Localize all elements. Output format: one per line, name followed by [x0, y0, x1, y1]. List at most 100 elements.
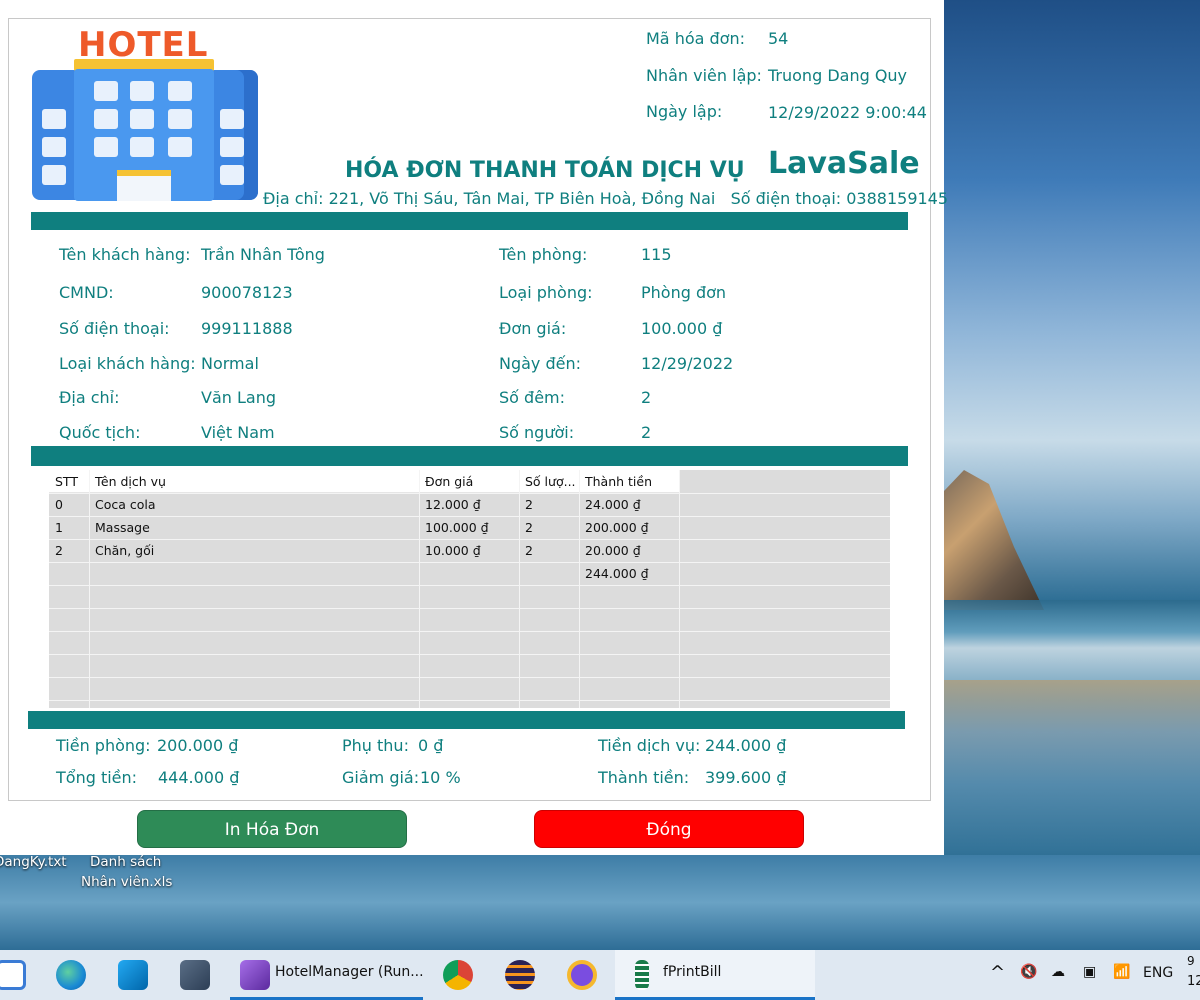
customer-address: Văn Lang	[201, 388, 276, 407]
service-total: 244.000 ₫	[705, 736, 787, 755]
edge-browser-icon[interactable]	[56, 960, 86, 990]
taskbar-app-hotelmanager-label: HotelManager (Run...	[275, 964, 424, 980]
customer-nationality: Việt Nam	[201, 423, 275, 442]
service-total-label: Tiền dịch vụ:	[598, 736, 701, 755]
taskbar-app-fprintbill[interactable]: fPrintBill	[615, 950, 815, 1000]
vpn-app-icon[interactable]	[567, 960, 597, 990]
onedrive-error-icon[interactable]: ☁	[1051, 964, 1065, 980]
customer-type-label: Loại khách hàng:	[59, 354, 196, 373]
header-divider	[31, 212, 908, 230]
grid-divider	[28, 711, 905, 729]
services-grid[interactable]: STT Tên dịch vụ Đơn giá Số lượ... Thành tiền…	[49, 470, 890, 708]
grid-column-divider	[679, 470, 680, 708]
surcharge: 0 ₫	[418, 736, 444, 755]
taskbar-app-fprintbill-label: fPrintBill	[663, 964, 722, 980]
desktop-wallpaper-cliff	[944, 470, 1044, 610]
desktop-file-dangky[interactable]: DangKy.txt	[0, 852, 67, 872]
grid-cell[interactable]: 2	[519, 493, 579, 516]
grid-cell[interactable]: 24.000 ₫	[579, 493, 679, 516]
customer-phone: 999111888	[201, 319, 293, 338]
visual-studio-icon	[240, 960, 270, 990]
hotel-address: Địa chỉ: 221, Võ Thị Sáu, Tân Mai, TP Bi…	[263, 189, 949, 208]
print-bill-window: HOTEL Mã hóa đơn: 54 Nhân viên lập: Truo…	[0, 0, 948, 855]
print-bill-button[interactable]: In Hóa Đơn	[137, 810, 407, 848]
grid-cell[interactable]: Coca cola	[89, 493, 419, 516]
room-total-label: Tiền phòng:	[56, 736, 151, 755]
grid-cell[interactable]: 20.000 ₫	[579, 539, 679, 562]
grid-cell[interactable]: 12.000 ₫	[419, 493, 519, 516]
taskbar: HotelManager (Run... fPrintBill ^ 🔇 ☁ ▣ …	[0, 950, 1200, 1000]
grid-cell[interactable]: 244.000 ₫	[579, 562, 679, 585]
bill-title: HÓA ĐƠN THANH TOÁN DỊCH VỤ	[345, 158, 745, 183]
info-divider	[31, 446, 908, 466]
grid-cell[interactable]: 2	[49, 539, 89, 562]
grid-row-divider	[49, 677, 890, 678]
customer-name: Trần Nhân Tông	[201, 245, 325, 264]
customer-id: 900078123	[201, 283, 293, 302]
customer-nationality-label: Quốc tịch:	[59, 423, 141, 442]
desktop-wallpaper-shore	[944, 680, 1200, 855]
desktop-file-danhsach-line1[interactable]: Danh sách	[90, 852, 161, 872]
grid-row-divider	[49, 585, 890, 586]
room-price: 100.000 ₫	[641, 319, 723, 338]
room-name: 115	[641, 245, 672, 264]
grid-column-header[interactable]: Tên dịch vụ	[89, 470, 419, 493]
room-nights: 2	[641, 388, 652, 407]
grid-cell[interactable]: Massage	[89, 516, 419, 539]
invoice-date: 12/29/2022 9:00:44	[768, 103, 927, 122]
desktop-wallpaper-reflection	[0, 855, 1200, 950]
grid-column-header[interactable]: Đơn giá	[419, 470, 519, 493]
grid-cell[interactable]: 1	[49, 516, 89, 539]
chrome-icon[interactable]	[443, 960, 473, 990]
customer-type: Normal	[201, 354, 259, 373]
building-app-icon	[635, 960, 649, 990]
invoice-date-label: Ngày lập:	[646, 102, 723, 121]
clock-time[interactable]: 9	[1187, 954, 1195, 968]
room-guests: 2	[641, 423, 652, 442]
start-app-icon[interactable]	[0, 960, 26, 990]
grid-cell[interactable]: 200.000 ₫	[579, 516, 679, 539]
invoice-id: 54	[768, 29, 789, 48]
vscode-icon[interactable]	[118, 960, 148, 990]
room-arrival-label: Ngày đến:	[499, 354, 582, 373]
grid-row-divider	[49, 631, 890, 632]
grid-row-divider	[49, 654, 890, 655]
hotel-logo: HOTEL	[30, 25, 260, 205]
grid-column-header[interactable]: STT	[49, 470, 89, 493]
customer-phone-label: Số điện thoại:	[59, 319, 170, 338]
sql-server-icon[interactable]	[180, 960, 210, 990]
show-hidden-icons-chevron-icon[interactable]: ^	[990, 962, 1005, 983]
grid-cell[interactable]: 2	[519, 539, 579, 562]
discount-label: Giảm giá:	[342, 768, 420, 787]
grid-cell[interactable]: 0	[49, 493, 89, 516]
speaker-muted-icon[interactable]: 🔇	[1020, 964, 1037, 980]
eclipse-icon[interactable]	[505, 960, 535, 990]
grid-cell[interactable]: 2	[519, 516, 579, 539]
grid-column-header[interactable]: Thành tiền	[579, 470, 679, 493]
grid-cell[interactable]: 10.000 ₫	[419, 539, 519, 562]
grid-row-divider	[49, 562, 890, 563]
customer-id-label: CMND:	[59, 283, 114, 302]
grid-column-header[interactable]: Số lượ...	[519, 470, 579, 493]
grid-cell[interactable]: Chăn, gối	[89, 539, 419, 562]
language-indicator[interactable]: ENG	[1143, 965, 1173, 981]
grid-cell[interactable]: 100.000 ₫	[419, 516, 519, 539]
discount: 10 %	[420, 768, 461, 787]
desktop-file-danhsach-line2[interactable]: Nhân viên.xls	[81, 872, 172, 892]
room-nights-label: Số đêm:	[499, 388, 566, 407]
invoice-id-label: Mã hóa đơn:	[646, 29, 745, 48]
invoice-staff: Truong Dang Quy	[768, 66, 908, 85]
room-name-label: Tên phòng:	[499, 245, 588, 264]
wifi-icon[interactable]: 📶	[1113, 964, 1130, 980]
invoice-staff-label: Nhân viên lập:	[646, 66, 762, 85]
grid-row-divider	[49, 700, 890, 701]
grand-total-label: Tổng tiền:	[56, 768, 138, 787]
surcharge-label: Phụ thu:	[342, 736, 409, 755]
room-guests-label: Số người:	[499, 423, 575, 442]
grand-total: 444.000 ₫	[158, 768, 240, 787]
close-button[interactable]: Đóng	[534, 810, 804, 848]
brand-name: LavaSale	[768, 146, 920, 181]
taskbar-app-hotelmanager[interactable]: HotelManager (Run...	[230, 950, 424, 1000]
clock-date[interactable]: 12	[1187, 974, 1200, 989]
network-status-icon[interactable]: ▣	[1083, 964, 1096, 980]
